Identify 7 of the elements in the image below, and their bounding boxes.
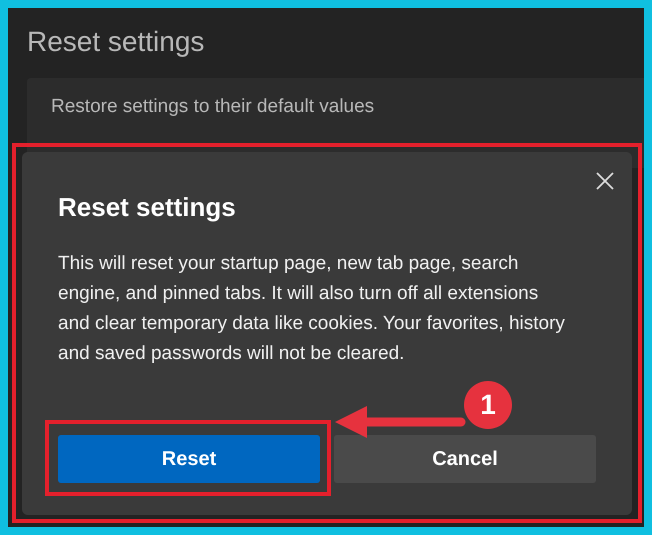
page-title: Reset settings bbox=[27, 26, 204, 58]
reset-button[interactable]: Reset bbox=[58, 435, 320, 483]
dialog-message: This will reset your startup page, new tab page, search engine, and pinned tabs. It will also turn off all extensions and clear temporary data like cookies. Your favorites, history and saved passwords will not be cleared. bbox=[58, 252, 566, 366]
card-text: Restore settings to their default values bbox=[51, 96, 374, 117]
cancel-button[interactable]: Cancel bbox=[334, 435, 596, 483]
close-icon[interactable] bbox=[596, 172, 614, 190]
dialog-title: Reset settings bbox=[58, 192, 236, 223]
